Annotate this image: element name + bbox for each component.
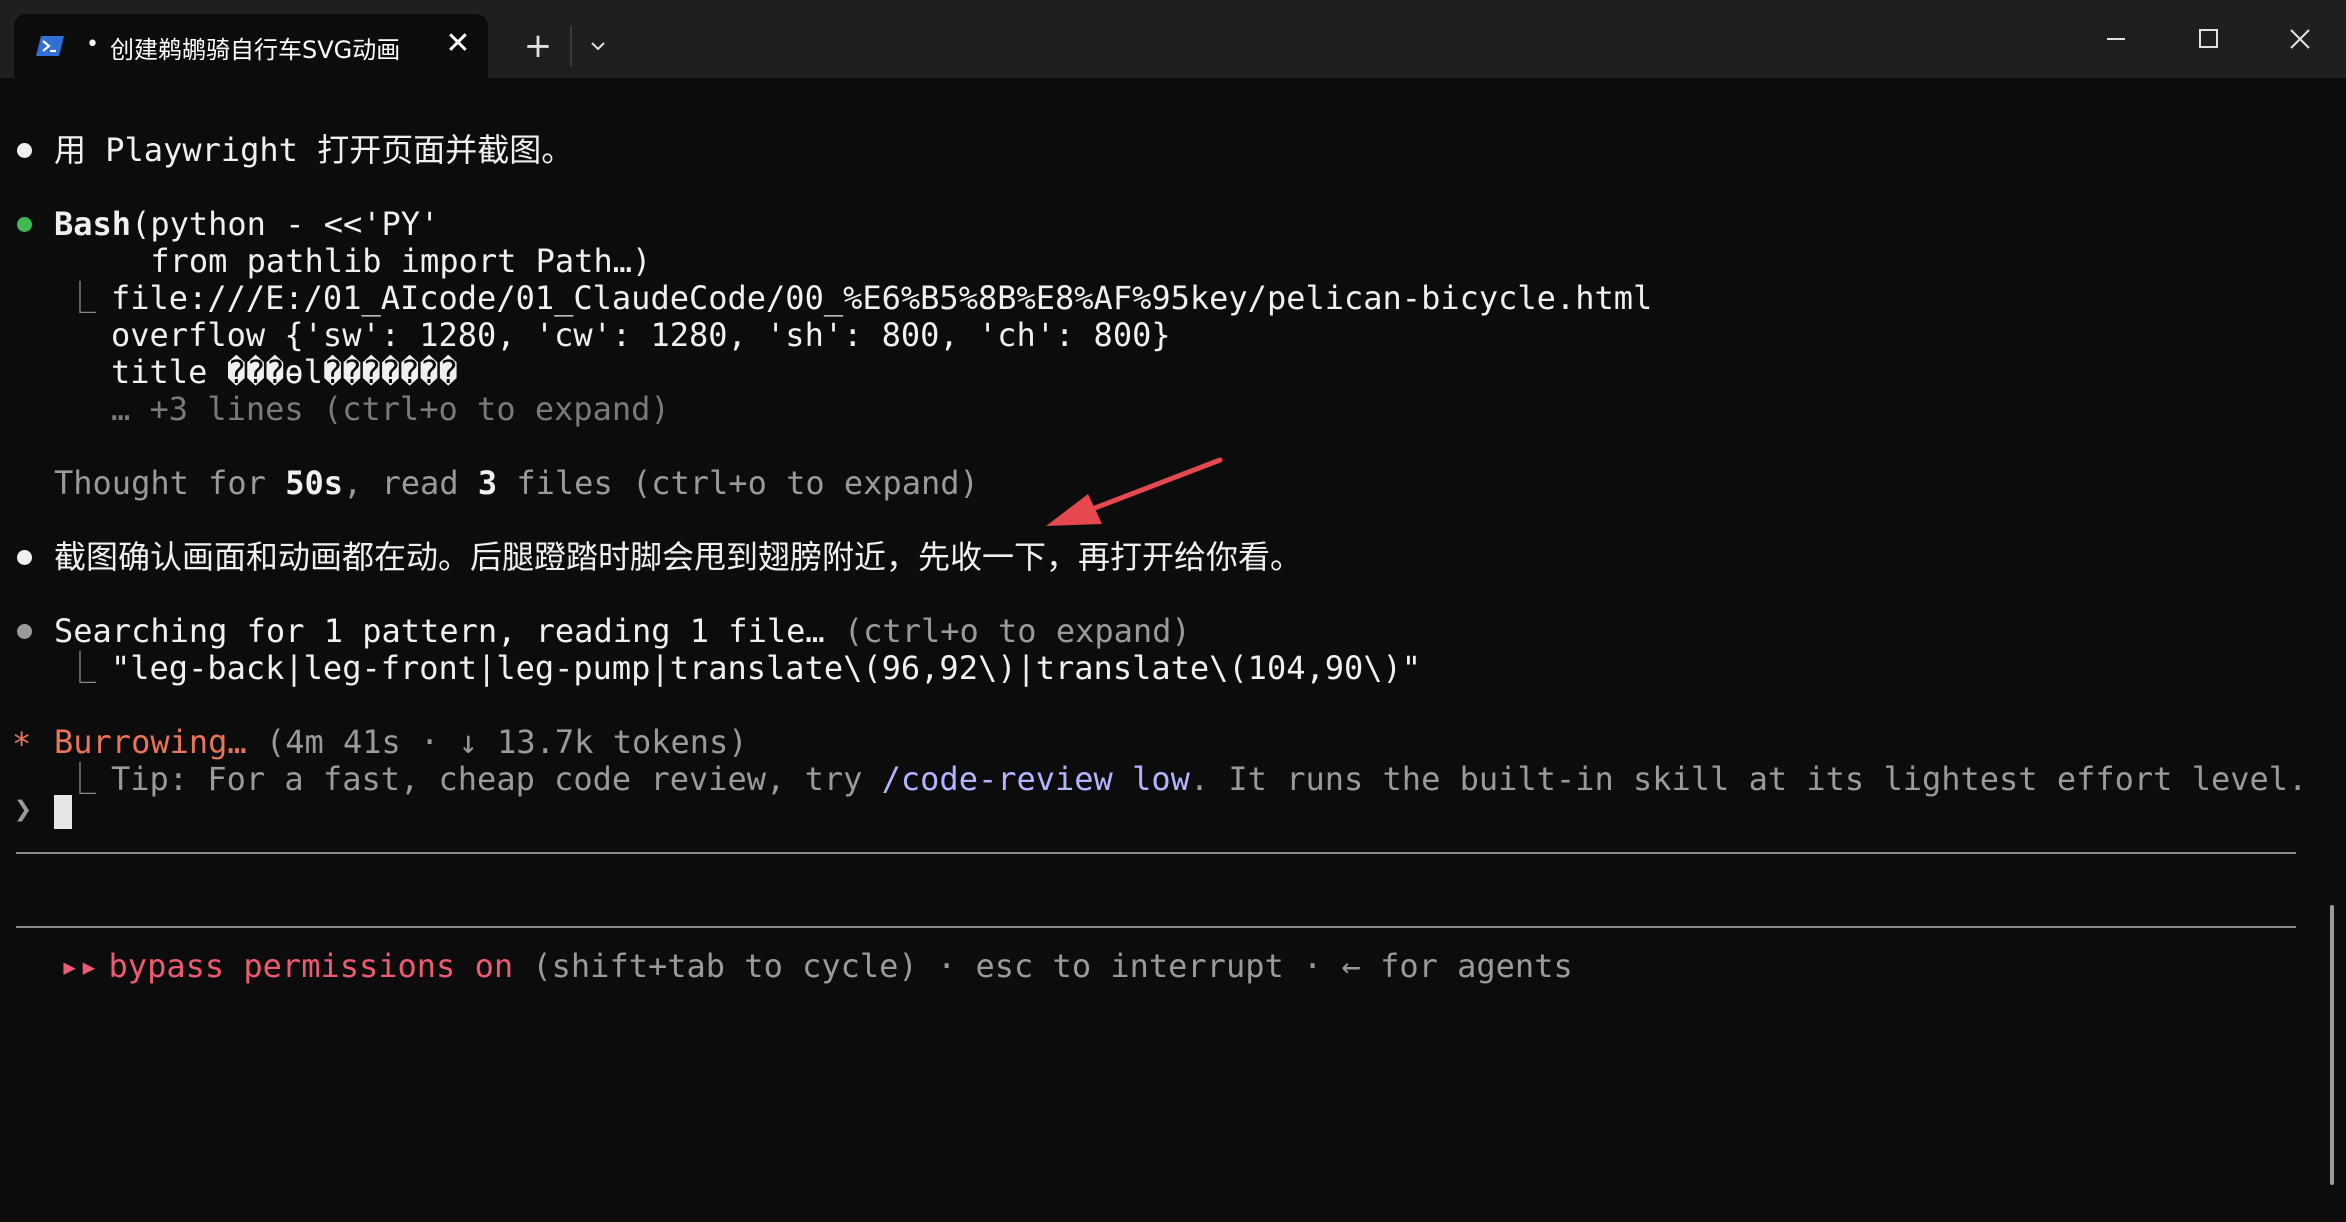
tip-command: /code-review low [881,760,1190,798]
prompt-chevron: ❯ [14,792,33,827]
thought-prefix: Thought for [54,464,286,502]
search-label: Searching for 1 pattern, reading 1 file… [54,612,825,650]
text-cursor[interactable] [54,795,72,829]
status-label: Burrowing… [54,723,247,761]
scrollbar[interactable] [2330,905,2334,1185]
thought-summary[interactable]: Thought for 50s, read 3 files (ctrl+o to… [54,465,979,502]
plus-icon[interactable]: + [516,24,560,68]
fast-forward-icon: ▸▸ [60,947,99,985]
status-line: Burrowing… (4m 41s · ↓ 13.7k tokens) [54,724,748,761]
search-hint: (ctrl+o to expand) [824,612,1191,650]
chevron-down-icon[interactable] [578,26,618,66]
output-elbow: ⎿ [64,649,97,687]
tool-output-line: title ���ɵl������� [111,353,458,391]
tool-name: Bash [54,205,132,243]
output-elbow: ⎿ [64,279,97,317]
thought-suffix: files (ctrl+o to expand) [497,464,979,502]
thought-count: 3 [477,464,498,502]
input-bottom-border [16,926,2296,928]
tip-prefix: Tip: For a fast, cheap code review, try [111,760,882,798]
output-elbow: ⎿ [64,760,97,798]
tab-title: 创建鹈鹕骑自行车SVG动画 [110,36,401,64]
bullet-white [17,143,32,158]
search-pattern: "leg-back|leg-front|leg-pump|translate\(… [111,649,1422,687]
tool-command: (python - <<'PY' [131,205,440,243]
tool-call-search[interactable]: Searching for 1 pattern, reading 1 file…… [54,613,1191,650]
thought-mid: , read [342,464,478,502]
tool-call-bash: Bash(python - <<'PY' [54,206,439,243]
status-detail: (4m 41s · ↓ 13.7k tokens) [246,723,748,761]
status-star-icon: * [12,725,32,763]
tab-divider [570,26,572,66]
powershell-icon [36,36,64,56]
annotation-arrow-icon [1046,457,1223,526]
close-icon[interactable]: ✕ [440,26,476,62]
bullet-white [17,550,32,565]
thought-time: 50s [285,464,343,502]
assistant-message: 用 Playwright 打开页面并截图。 [54,131,574,169]
bullet-green [17,217,32,232]
input-top-border [16,852,2296,854]
expand-hint[interactable]: … +3 lines (ctrl+o to expand) [111,391,670,428]
terminal-output[interactable]: 用 Playwright 打开页面并截图。 Bash(python - <<'P… [0,78,2346,1222]
footer-status: ▸▸ bypass permissions on (shift+tab to cy… [60,948,1573,985]
window-close-icon[interactable] [2270,10,2330,68]
permission-mode[interactable]: bypass permissions on [109,947,514,985]
maximize-icon[interactable] [2178,10,2238,68]
tab-active[interactable]: • 创建鹈鹕骑自行车SVG动画 ✕ [14,14,488,78]
tab-unsaved-dot: • [86,32,99,57]
tool-command-cont: from pathlib import Path…) [54,242,652,280]
minimize-icon[interactable] [2086,10,2146,68]
title-bar: • 创建鹈鹕骑自行车SVG动画 ✕ + [0,0,2346,78]
bullet-gray [17,624,32,639]
tip-suffix: . It runs the built-in skill at its ligh… [1189,760,2308,798]
tool-output-line: file:///E:/01_AIcode/01_ClaudeCode/00_%E… [111,279,1653,317]
tip-line: Tip: For a fast, cheap code review, try … [111,761,2307,798]
assistant-message: 截图确认画面和动画都在动。后腿蹬踏时脚会甩到翅膀附近，先收一下，再打开给你看。 [54,538,1303,576]
tool-output-line: overflow {'sw': 1280, 'cw': 1280, 'sh': … [111,316,1171,354]
footer-hints: (shift+tab to cycle) · esc to interrupt … [513,947,1573,985]
